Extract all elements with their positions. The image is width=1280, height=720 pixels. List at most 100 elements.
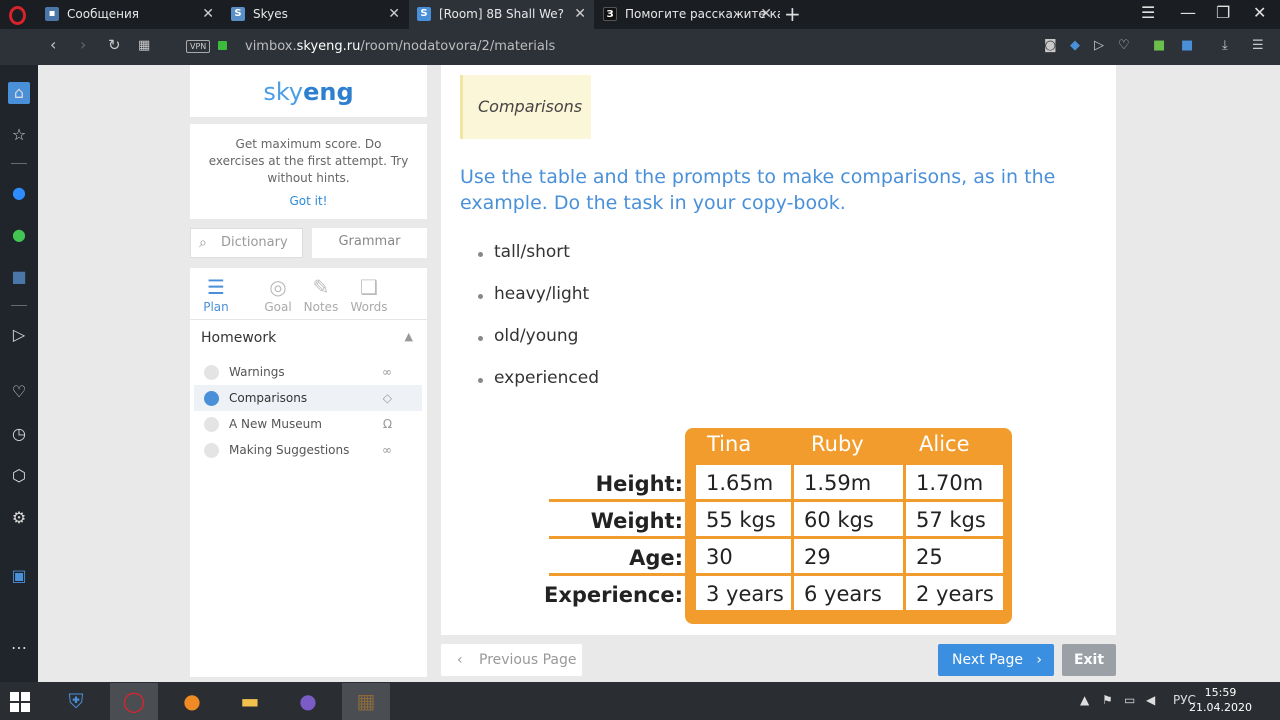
- progress-dot: [204, 443, 219, 458]
- column-header: Tina: [707, 432, 752, 456]
- column-header: Alice: [919, 432, 970, 456]
- grammar-button[interactable]: Grammar: [312, 228, 427, 258]
- maximize-icon[interactable]: ❐: [1216, 3, 1230, 22]
- tab-goal[interactable]: ◎ Goal: [254, 274, 302, 314]
- lesson-new-museum[interactable]: A New Museum Ω: [194, 411, 422, 437]
- notes-icon: ✎: [312, 275, 330, 299]
- opera-icon[interactable]: ◯: [110, 683, 158, 720]
- prompt-item: old/young: [477, 326, 579, 346]
- history-icon[interactable]: ◷: [8, 423, 30, 445]
- chevron-left-icon: ‹: [457, 652, 463, 668]
- tab-room[interactable]: S [Room] 8B Shall We? ✕: [409, 0, 594, 29]
- translate-icon[interactable]: ■: [1181, 38, 1193, 53]
- tray-arrow-icon[interactable]: ▲: [1080, 693, 1089, 707]
- close-icon[interactable]: ✕: [388, 0, 400, 29]
- messenger-icon[interactable]: ●: [8, 182, 30, 204]
- dictionary-search[interactable]: ⌕ Dictionary: [190, 228, 303, 258]
- table-cell: 30: [696, 539, 791, 573]
- tabs-grid-icon[interactable]: ▦: [138, 38, 150, 53]
- row-divider: [549, 573, 685, 576]
- volume-icon[interactable]: ◀: [1146, 693, 1155, 707]
- shield-icon[interactable]: ◆: [1070, 38, 1080, 53]
- file-explorer-icon[interactable]: ▬: [226, 683, 274, 720]
- row-label: Age:: [629, 546, 683, 570]
- network-icon[interactable]: ▭: [1124, 693, 1135, 707]
- row-divider: [549, 536, 685, 539]
- close-icon[interactable]: ✕: [760, 0, 772, 29]
- homework-title[interactable]: Homework: [201, 330, 276, 346]
- nav-tabs: ☰ Plan ◎ Goal ✎ Notes ❑ Words: [190, 268, 427, 320]
- opera-logo-icon[interactable]: [9, 6, 26, 25]
- menu-icon[interactable]: ☰: [1252, 38, 1264, 53]
- chevron-right-icon: ›: [1036, 652, 1042, 668]
- close-icon[interactable]: ✕: [574, 0, 586, 29]
- heart-icon[interactable]: ♡: [1118, 38, 1130, 53]
- progress-dot: [204, 391, 219, 406]
- words-icon: ❑: [360, 275, 378, 299]
- tab-notes[interactable]: ✎ Notes: [297, 274, 345, 314]
- table-cell: 1.70m: [906, 465, 1003, 499]
- lock-icon[interactable]: [218, 41, 227, 50]
- table-cell: 1.59m: [794, 465, 903, 499]
- speed-dial-icon[interactable]: ☆: [8, 124, 30, 146]
- previous-page-button[interactable]: ‹ Previous Page: [441, 644, 582, 676]
- exit-button[interactable]: Exit: [1062, 644, 1116, 676]
- chevron-up-icon[interactable]: ▲: [405, 330, 413, 343]
- progress-dot: [204, 365, 219, 380]
- home-icon[interactable]: ⌂: [8, 82, 30, 104]
- table-cell: 1.65m: [696, 465, 791, 499]
- camera-icon[interactable]: ◙: [1044, 38, 1057, 53]
- row-label: Weight:: [590, 509, 683, 533]
- defender-icon[interactable]: ⛨: [52, 683, 100, 720]
- browser-sidebar: ⌂ ☆ ● ● ■ ▷ ♡ ◷ ⬡ ⚙ ▣ …: [0, 65, 38, 682]
- window-close-icon[interactable]: ✕: [1253, 3, 1266, 22]
- table-cell: 25: [906, 539, 1003, 573]
- tab-messages[interactable]: ▪ Сообщения ✕: [37, 0, 222, 29]
- clock[interactable]: 15:59 21.04.2020: [1189, 685, 1252, 715]
- windows-start-icon[interactable]: [10, 692, 30, 712]
- got-it-link[interactable]: Got it!: [206, 193, 411, 210]
- vk-icon[interactable]: ■: [8, 266, 30, 288]
- settings-icon[interactable]: ⚙: [8, 507, 30, 529]
- firefox-icon[interactable]: ●: [168, 683, 216, 720]
- vpn-badge[interactable]: VPN: [186, 40, 211, 53]
- goal-icon: ◎: [269, 275, 287, 299]
- minecraft-icon[interactable]: ▦: [342, 683, 390, 720]
- page-content: skyeng Get maximum score. Do exercises a…: [38, 65, 1280, 682]
- download-icon[interactable]: ⤓: [1222, 38, 1228, 53]
- glasses-icon: ∞: [382, 443, 392, 457]
- back-icon[interactable]: ‹: [50, 35, 56, 54]
- lesson-warnings[interactable]: Warnings ∞: [194, 359, 422, 385]
- skyeng-logo[interactable]: skyeng: [190, 65, 427, 117]
- lesson-making-suggestions[interactable]: Making Suggestions ∞: [194, 437, 422, 463]
- plan-icon: ☰: [207, 275, 225, 299]
- whatsapp-icon[interactable]: ●: [8, 224, 30, 246]
- tab-plan[interactable]: ☰ Plan: [192, 274, 240, 314]
- table-cell: 29: [794, 539, 903, 573]
- flow-icon[interactable]: ▷: [8, 324, 30, 346]
- minimize-icon[interactable]: —: [1180, 3, 1196, 22]
- headphones-icon: Ω: [382, 417, 392, 431]
- forward-icon[interactable]: ›: [80, 35, 86, 54]
- next-page-button[interactable]: Next Page ›: [938, 644, 1054, 676]
- reload-icon[interactable]: ↻: [108, 36, 121, 54]
- table-cell: 6 years: [794, 576, 903, 610]
- new-tab-icon[interactable]: +: [784, 2, 801, 26]
- url-field[interactable]: vimbox.skyeng.ru/room/nodatovora/2/mater…: [245, 39, 555, 54]
- flag-icon[interactable]: ⚑: [1102, 693, 1113, 707]
- lesson-comparisons[interactable]: Comparisons ◇: [194, 385, 422, 411]
- extension-icon[interactable]: ■: [1153, 38, 1165, 53]
- tab-skyes[interactable]: S Skyes ✕: [223, 0, 408, 29]
- player-icon[interactable]: ▣: [8, 565, 30, 587]
- task-instruction: Use the table and the prompts to make co…: [460, 166, 1056, 214]
- close-icon[interactable]: ✕: [202, 0, 214, 29]
- tab-words[interactable]: ❑ Words: [345, 274, 393, 314]
- lesson-content: Comparisons Use the table and the prompt…: [441, 65, 1116, 635]
- more-icon[interactable]: …: [8, 633, 30, 655]
- send-icon[interactable]: ▷: [1094, 38, 1104, 53]
- viber-icon[interactable]: ●: [284, 683, 332, 720]
- tab-help[interactable]: З Помогите расскажите как ✕: [595, 0, 780, 29]
- tab-menu-icon[interactable]: ☰: [1141, 3, 1155, 22]
- favorites-icon[interactable]: ♡: [8, 381, 30, 403]
- extensions-icon[interactable]: ⬡: [8, 465, 30, 487]
